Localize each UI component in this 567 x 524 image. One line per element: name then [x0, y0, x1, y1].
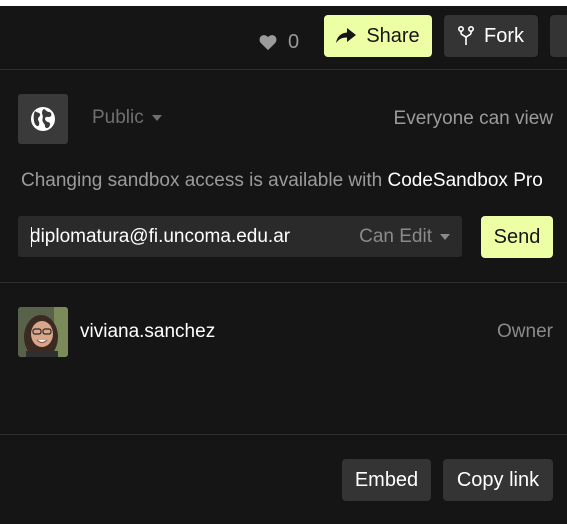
visibility-note: Everyone can view	[393, 108, 553, 129]
copy-link-button[interactable]: Copy link	[443, 459, 553, 501]
globe-icon	[31, 107, 55, 131]
pro-note-text: Changing sandbox access is available wit…	[21, 170, 388, 191]
text-cursor	[31, 227, 32, 247]
user-photo	[18, 307, 68, 357]
invite-email-input[interactable]	[30, 216, 316, 257]
pro-upgrade-note: Changing sandbox access is available wit…	[21, 170, 543, 192]
permission-select[interactable]: Can Edit	[359, 226, 450, 248]
member-name: viviana.sanchez	[80, 321, 216, 342]
visibility-value: Public	[92, 107, 144, 128]
permission-value: Can Edit	[359, 226, 432, 247]
share-arrow-icon	[336, 28, 357, 43]
avatar	[18, 307, 68, 357]
embed-button[interactable]: Embed	[342, 459, 431, 501]
fork-icon	[458, 26, 474, 45]
heart-icon	[259, 35, 277, 51]
like-count: 0	[288, 30, 300, 53]
share-button[interactable]: Share	[324, 15, 432, 57]
pro-product-name: CodeSandbox Pro	[387, 170, 543, 191]
divider	[0, 282, 567, 283]
visibility-icon-tile	[18, 94, 68, 144]
fork-button[interactable]: Fork	[444, 15, 538, 57]
visibility-select[interactable]: Public	[92, 107, 162, 129]
send-invite-button[interactable]: Send	[481, 216, 553, 258]
chevron-down-icon	[440, 234, 450, 240]
share-label: Share	[366, 24, 420, 47]
chevron-down-icon	[151, 115, 162, 121]
member-role: Owner	[497, 321, 553, 342]
more-button[interactable]	[550, 15, 567, 57]
fork-label: Fork	[484, 24, 524, 47]
divider	[0, 434, 567, 435]
like-counter[interactable]: 0	[258, 30, 299, 54]
invite-row: Can Edit	[18, 216, 462, 257]
divider	[0, 69, 567, 70]
